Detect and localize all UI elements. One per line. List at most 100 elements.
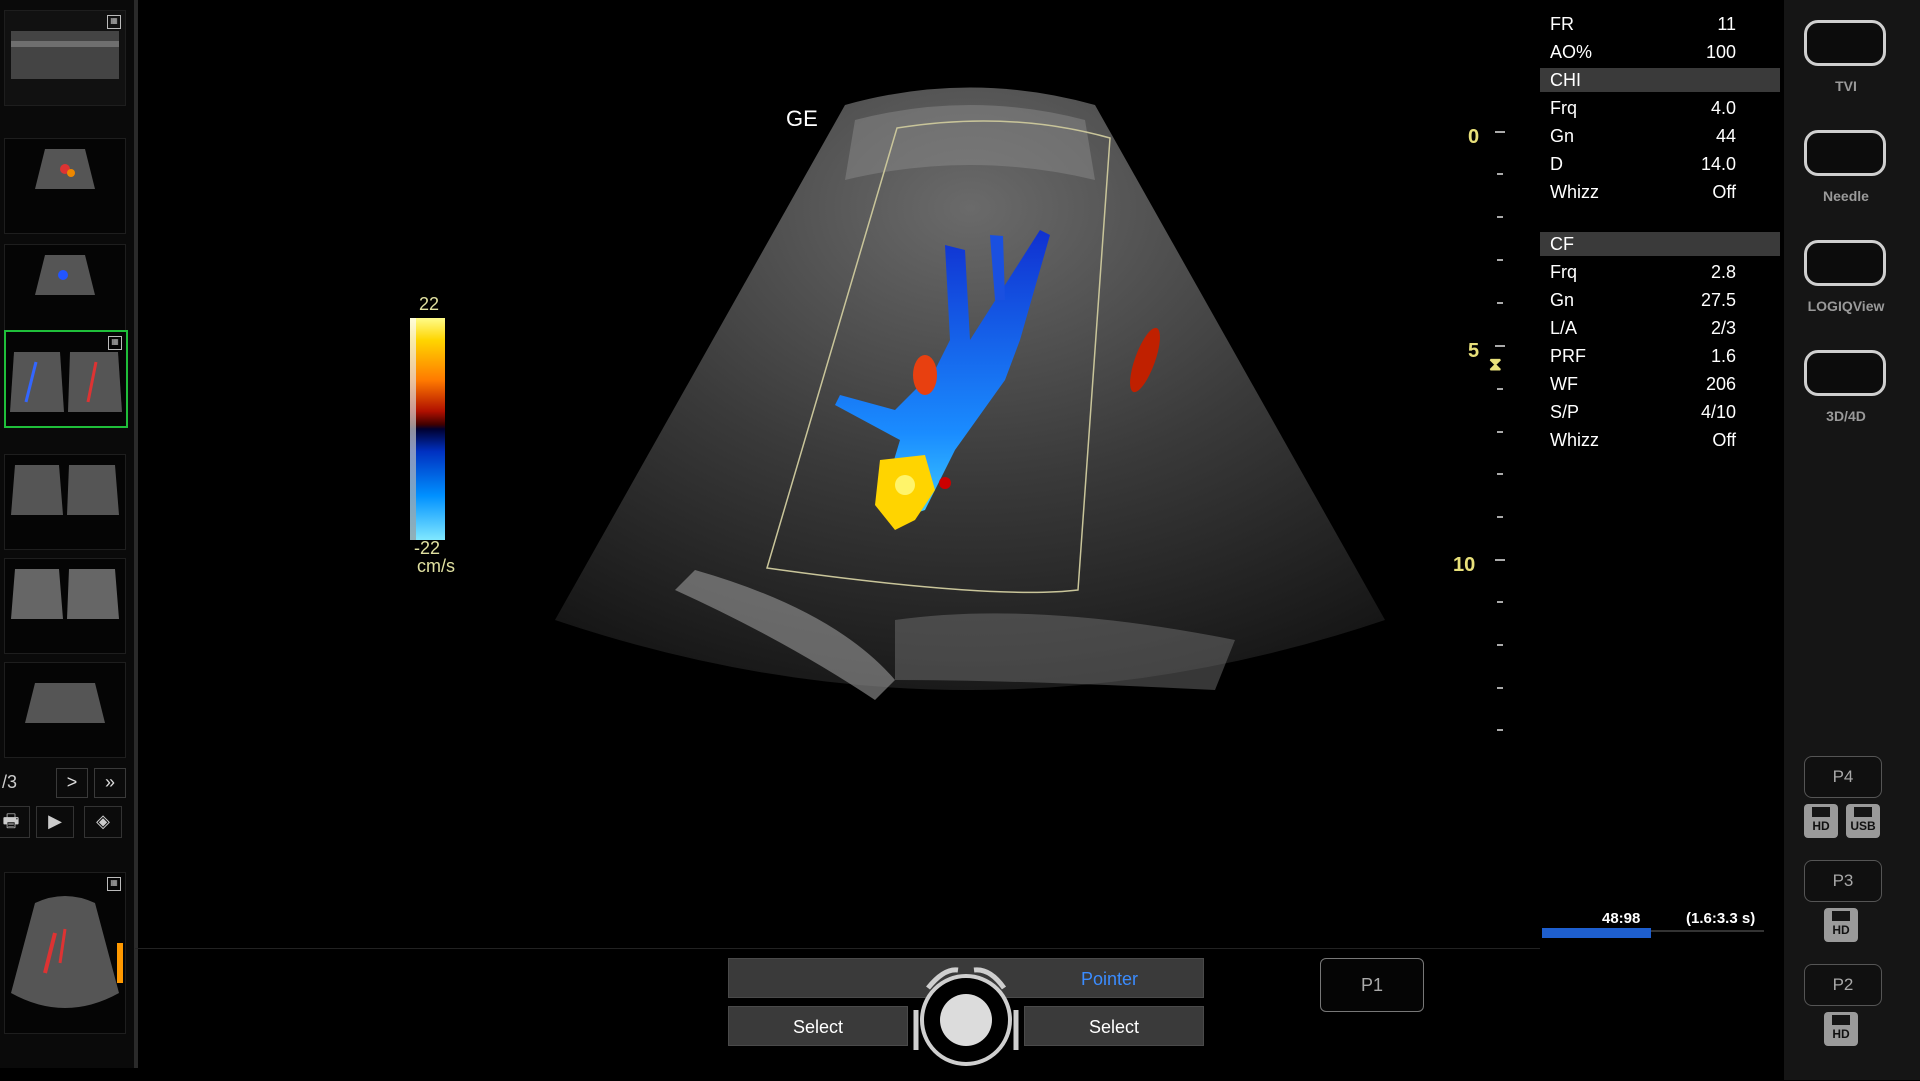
3d4d-button[interactable] bbox=[1804, 350, 1886, 396]
param-chi-frq: Frq 4.0 bbox=[1540, 94, 1780, 122]
param-chi-d: D 14.0 bbox=[1540, 150, 1780, 178]
section-title: CHI bbox=[1550, 70, 1581, 90]
hd-save-icon[interactable]: HD bbox=[1824, 908, 1858, 942]
param-cf-la: L/A 2/3 bbox=[1540, 314, 1780, 342]
depth-tick bbox=[1497, 729, 1503, 731]
param-label: Whizz bbox=[1550, 182, 1599, 202]
needle-button[interactable] bbox=[1804, 130, 1886, 176]
logiqview-label: LOGIQView bbox=[1807, 298, 1885, 314]
param-label: Gn bbox=[1550, 126, 1575, 146]
param-cf-sp: S/P 4/10 bbox=[1540, 398, 1780, 426]
3d4d-label: 3D/4D bbox=[1826, 408, 1866, 424]
parameter-panel: FR 11 AO% 100 CHI Frq 4.0 Gn 44 D 14.0 W… bbox=[1540, 10, 1780, 454]
depth-tick bbox=[1497, 431, 1503, 433]
param-value: 27.5 bbox=[1700, 290, 1736, 310]
param-value: 100 bbox=[1705, 42, 1736, 62]
thumbnail-tools: 🖶 ▶ ◈ bbox=[0, 806, 130, 838]
film-icon: ▦ bbox=[107, 877, 121, 891]
depth-tick bbox=[1495, 345, 1505, 347]
thumbnail-1[interactable]: ▦ bbox=[4, 10, 126, 106]
page-label: /3 bbox=[2, 772, 18, 792]
param-value: 14.0 bbox=[1700, 154, 1736, 174]
p4-button[interactable]: P4 bbox=[1804, 756, 1882, 798]
param-label: S/P bbox=[1550, 402, 1580, 422]
depth-tick bbox=[1497, 216, 1503, 218]
depth-tick bbox=[1497, 473, 1503, 475]
colorbar-unit: cm/s bbox=[417, 556, 455, 576]
depth-tick bbox=[1497, 687, 1503, 689]
param-value: 11 bbox=[1717, 14, 1736, 34]
param-cf-whizz: Whizz Off bbox=[1540, 426, 1780, 454]
cine-progress bbox=[1542, 928, 1651, 938]
printer-icon[interactable]: 🖶 bbox=[0, 806, 30, 838]
tvi-button[interactable] bbox=[1804, 20, 1886, 66]
colorbar-top-value: 22 bbox=[419, 294, 440, 314]
thumbnail-5[interactable] bbox=[4, 454, 126, 550]
tvi-label: TVI bbox=[1835, 78, 1857, 94]
depth-tick bbox=[1497, 302, 1503, 304]
hd-save-icon[interactable]: HD bbox=[1804, 804, 1838, 838]
film-icon: ▦ bbox=[108, 336, 122, 350]
param-value: 2.8 bbox=[1710, 262, 1736, 282]
needle-label: Needle bbox=[1823, 188, 1869, 204]
section-header-cf: CF bbox=[1540, 232, 1780, 256]
next-page-button[interactable]: > bbox=[56, 768, 88, 798]
param-fr: FR 11 bbox=[1540, 10, 1780, 38]
cine-time: (1.6:3.3 s) bbox=[1686, 910, 1756, 927]
thumbnail-image bbox=[11, 896, 123, 1008]
depth-tick bbox=[1497, 516, 1503, 518]
param-value: 4/10 bbox=[1700, 402, 1736, 422]
thumbnail-6[interactable] bbox=[4, 558, 126, 654]
param-label: Whizz bbox=[1550, 430, 1599, 450]
depth-label-0: 0 bbox=[1468, 126, 1480, 148]
depth-tick bbox=[1497, 173, 1503, 175]
hd-save-icon[interactable]: HD bbox=[1824, 1012, 1858, 1046]
ultrasound-image[interactable]: GE 22 -22 cm/s 0 5 10 ⧗ bbox=[135, 0, 1540, 945]
depth-tick bbox=[1497, 388, 1503, 390]
depth-tick bbox=[1497, 259, 1503, 261]
param-label: Gn bbox=[1550, 290, 1575, 310]
param-chi-whizz: Whizz Off bbox=[1540, 178, 1780, 206]
thumbnail-image bbox=[11, 569, 119, 619]
param-value: 206 bbox=[1705, 374, 1736, 394]
logiqview-button[interactable] bbox=[1804, 240, 1886, 286]
p2-button[interactable]: P2 bbox=[1804, 964, 1882, 1006]
active-image-thumbnail[interactable]: ▦ bbox=[4, 872, 126, 1034]
p3-button[interactable]: P3 bbox=[1804, 860, 1882, 902]
focus-marker-icon[interactable]: ⧗ bbox=[1489, 354, 1502, 375]
thumbnail-4-selected[interactable]: ▦ bbox=[4, 330, 128, 428]
play-cine-icon[interactable]: ▶ bbox=[36, 806, 74, 838]
trackball-icon[interactable] bbox=[904, 960, 1028, 1068]
select-left-button[interactable]: Select bbox=[728, 1006, 908, 1046]
param-value: Off bbox=[1712, 182, 1736, 202]
param-label: WF bbox=[1550, 374, 1578, 394]
param-value: Off bbox=[1712, 430, 1736, 450]
param-label: PRF bbox=[1550, 346, 1586, 366]
param-value: 2/3 bbox=[1710, 318, 1736, 338]
param-cf-wf: WF 206 bbox=[1540, 370, 1780, 398]
thumbnail-image bbox=[25, 683, 105, 723]
thumbnail-image bbox=[35, 255, 95, 295]
param-chi-gn: Gn 44 bbox=[1540, 122, 1780, 150]
usb-save-icon[interactable]: USB bbox=[1846, 804, 1880, 838]
depth-tick bbox=[1497, 644, 1503, 646]
param-ao: AO% 100 bbox=[1540, 38, 1780, 66]
compare-icon[interactable]: ◈ bbox=[84, 806, 122, 838]
depth-tick bbox=[1495, 131, 1505, 133]
p1-button[interactable]: P1 bbox=[1320, 958, 1424, 1012]
param-label: L/A bbox=[1550, 318, 1578, 338]
param-label: FR bbox=[1550, 14, 1574, 34]
thumbnail-image bbox=[11, 465, 119, 515]
thumbnail-7[interactable] bbox=[4, 662, 126, 758]
select-right-button[interactable]: Select bbox=[1024, 1006, 1204, 1046]
param-label: D bbox=[1550, 154, 1563, 174]
param-cf-gn: Gn 27.5 bbox=[1540, 286, 1780, 314]
param-cf-prf: PRF 1.6 bbox=[1540, 342, 1780, 370]
ultrasound-sector bbox=[555, 87, 1385, 700]
thumbnail-2[interactable] bbox=[4, 138, 126, 234]
last-page-button[interactable]: » bbox=[94, 768, 126, 798]
param-label: Frq bbox=[1550, 98, 1577, 118]
cine-frame: 48:98 bbox=[1602, 910, 1641, 927]
thumbnail-3[interactable] bbox=[4, 244, 126, 340]
colorbar-baseline bbox=[410, 318, 416, 540]
